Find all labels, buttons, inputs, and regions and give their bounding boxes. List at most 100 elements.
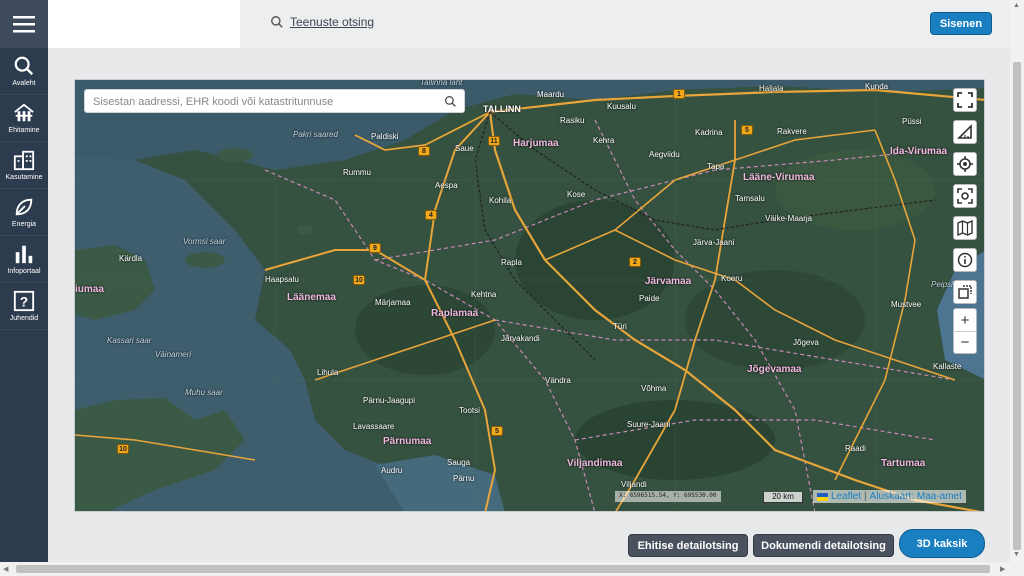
map-label: Saue [455, 144, 474, 153]
map-label: Tallinna laht [420, 79, 463, 87]
map-label: Vormsi saar [183, 237, 226, 246]
area-select-button[interactable] [953, 280, 977, 304]
map-label: Mustvee [891, 300, 922, 309]
map-label: Järvakandi [501, 334, 540, 343]
map-label: Märjamaa [375, 298, 411, 307]
map-label: TALLINN [483, 104, 521, 114]
road-badge: 4 [425, 210, 437, 220]
sidebar-item-ehitamine[interactable]: Ehitamine [0, 95, 48, 142]
map-label: Kose [567, 190, 586, 199]
map-label: Rummu [343, 168, 372, 177]
search-icon [271, 16, 283, 28]
hamburger-icon [13, 16, 35, 33]
map-label: Aegviidu [649, 150, 680, 159]
sidebar-item-avaleht[interactable]: Avaleht [0, 48, 48, 95]
map-label: Haljala [759, 84, 784, 93]
locate-button[interactable] [953, 152, 977, 176]
scroll-up-icon[interactable]: ▲ [1013, 2, 1020, 9]
map-label: Pärnu-Jaagupi [363, 396, 416, 405]
ukraine-flag-icon [817, 492, 828, 501]
basemap-attribution[interactable]: Aluskaart: Maa-amet [870, 491, 962, 502]
map-label: Sauga [447, 458, 471, 467]
screenshot-button[interactable] [953, 184, 977, 208]
crosshair-icon [957, 156, 973, 172]
horizontal-scroll-thumb[interactable] [16, 565, 990, 573]
sidebar-item-infoportaal[interactable]: Infoportaal [0, 236, 48, 283]
map-label: Jõgevamaa [747, 364, 802, 375]
layers-button[interactable] [953, 216, 977, 240]
search-icon[interactable] [444, 95, 457, 108]
map-label: Ida-Virumaa [890, 146, 948, 157]
map-label: Kassari saar [107, 336, 152, 345]
map-label: Raplamaa [431, 308, 479, 319]
login-button[interactable]: Sisenen [930, 12, 992, 35]
coordinate-readout: X: 6596515.54, Y: 695530.00 [615, 491, 721, 502]
document-detail-search-button[interactable]: Dokumendi detailotsing [753, 534, 894, 557]
map-label: Türi [613, 322, 627, 331]
map-label: Lihula [317, 368, 339, 377]
fullscreen-button[interactable] [953, 88, 977, 112]
scroll-right-icon[interactable]: ▶ [1000, 565, 1005, 573]
map-label: Tartumaa [881, 458, 926, 469]
sidebar-item-kasutamine[interactable]: Kasutamine [0, 142, 48, 189]
map-label: Kallaste [933, 362, 962, 371]
building-icon [14, 103, 34, 122]
map-view[interactable]: Tallinna laht TALLINN Maardu Kuusalu Hal… [74, 79, 985, 512]
scroll-down-icon[interactable]: ▼ [1013, 551, 1020, 558]
map-label: Raadi [845, 444, 866, 453]
sidebar-item-label: Juhendid [9, 315, 39, 322]
measure-button[interactable] [953, 120, 977, 144]
map-label: Rasiku [560, 116, 585, 125]
map-label: Tootsi [459, 406, 480, 415]
map-label: Haapsalu [265, 275, 299, 284]
info-button[interactable] [953, 248, 977, 272]
zoom-out-button[interactable]: − [954, 331, 976, 353]
road-badge: 5 [491, 426, 503, 436]
sidebar-item-juhendid[interactable]: ? Juhendid [0, 283, 48, 330]
map-label: Väike-Maarja [765, 214, 813, 223]
horizontal-scrollbar[interactable]: ◀ ▶ [0, 562, 1024, 576]
menu-button[interactable] [0, 0, 48, 48]
map-label: Kadrina [695, 128, 723, 137]
ruler-icon [957, 124, 972, 139]
sidebar-item-label: Avaleht [12, 80, 36, 87]
vertical-scroll-thumb[interactable] [1013, 62, 1021, 550]
map-label: Maardu [537, 90, 565, 99]
map-label: Suure-Jaani [627, 420, 671, 429]
scroll-left-icon[interactable]: ◀ [3, 565, 8, 573]
sidebar: Avaleht Ehitamine Kasutamine Energia Inf… [0, 0, 48, 576]
road-badge: 10 [353, 275, 365, 285]
fullscreen-icon [957, 92, 973, 108]
building-detail-search-button[interactable]: Ehitise detailotsing [628, 534, 748, 557]
scale-bar: 20 km [763, 492, 803, 503]
leaf-icon [15, 198, 33, 216]
zoom-in-button[interactable]: + [954, 309, 976, 331]
map-label: Peipsi [931, 280, 953, 289]
map-attribution: Leaflet | Aluskaart: Maa-amet [813, 490, 966, 503]
logo-area [48, 0, 240, 48]
zoom-control: + − [953, 308, 977, 354]
search-icon [14, 56, 34, 76]
map-label: Läänemaa [287, 292, 336, 303]
map-label: Kohila [489, 196, 512, 205]
sidebar-item-label: Ehitamine [8, 127, 40, 134]
road-badge: 8 [418, 146, 430, 156]
info-icon [957, 252, 973, 268]
service-search-label: Teenuste otsing [290, 15, 375, 29]
attribution-separator: | [864, 491, 867, 502]
3d-twin-button[interactable]: 3D kaksik [899, 529, 985, 558]
sidebar-item-energia[interactable]: Energia [0, 189, 48, 236]
service-search-link[interactable]: Teenuste otsing [270, 15, 374, 29]
map-label: Pakri saared [293, 130, 338, 139]
bar-chart-icon [15, 245, 33, 264]
map-label: Viljandi [621, 480, 647, 489]
area-select-icon [958, 285, 972, 299]
map-label: Pärnumaa [383, 436, 432, 447]
map-label: Kehtna [471, 290, 497, 299]
road-badge: 10 [117, 444, 129, 454]
leaflet-link[interactable]: Leaflet [831, 491, 861, 502]
road-badge: 11 [488, 136, 500, 146]
vertical-scrollbar[interactable]: ▲ ▼ [1010, 0, 1024, 562]
map-icon [957, 220, 973, 236]
address-search-input[interactable] [93, 93, 433, 110]
